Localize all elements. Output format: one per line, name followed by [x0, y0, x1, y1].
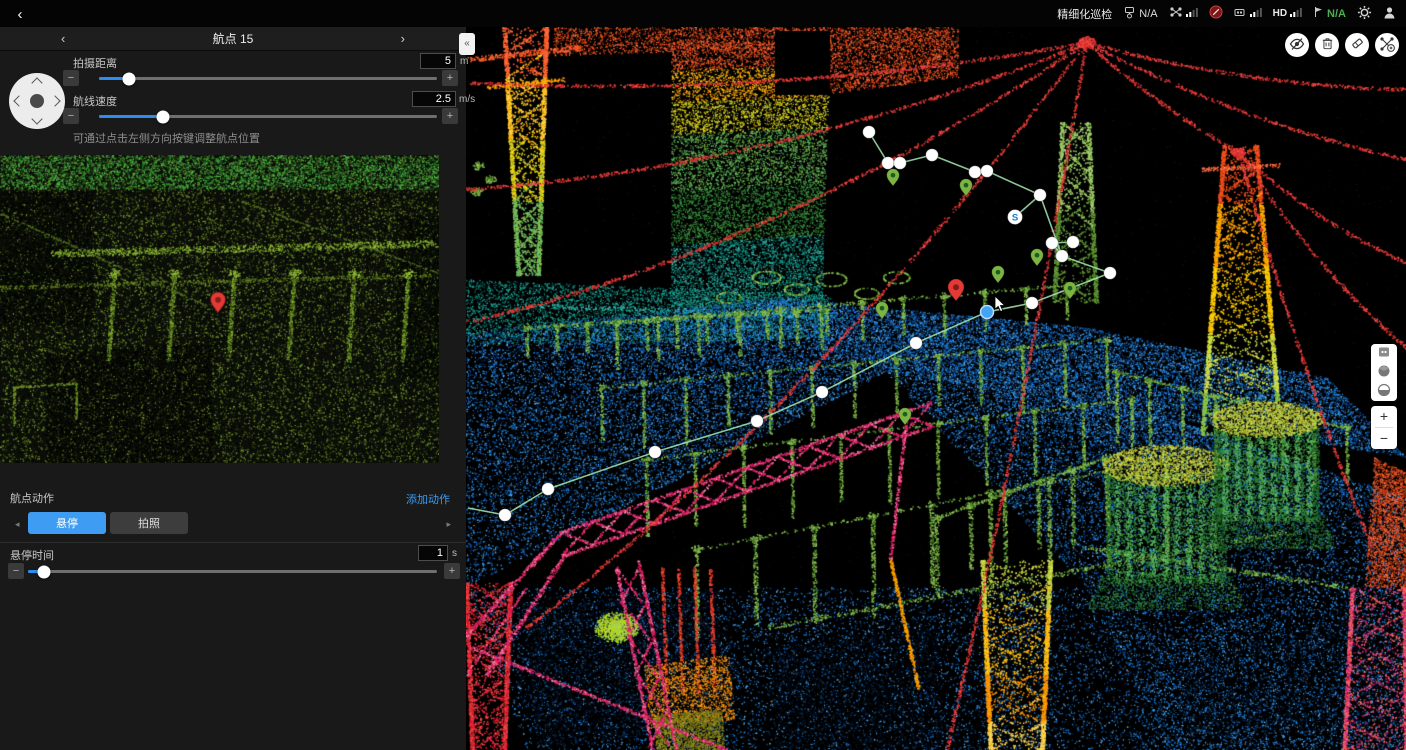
chevron-down-icon	[31, 113, 42, 124]
route-speed-label: 航线速度	[73, 93, 117, 109]
hd-signal: HD	[1273, 7, 1302, 21]
shoot-distance-unit: m	[460, 56, 468, 67]
waypoint-actions-label: 航点动作	[10, 490, 54, 506]
account-button[interactable]	[1383, 6, 1396, 22]
top-bar: ‹ 精细化巡检 N/A HD N	[0, 0, 1406, 27]
chevron-up-icon	[31, 77, 42, 88]
slider-thumb[interactable]	[123, 72, 136, 85]
chevron-left-icon	[13, 95, 24, 106]
shoot-distance-label: 拍摄距离	[73, 55, 117, 71]
zoom-in-button[interactable]: +	[1371, 406, 1397, 427]
trash-icon	[1320, 36, 1335, 54]
eraser-icon	[1350, 36, 1365, 54]
waypoint-header: ‹ 航点 15 ›	[0, 27, 466, 51]
waypoint-dpad[interactable]	[9, 73, 65, 129]
add-waypoint-button[interactable]	[1375, 33, 1399, 57]
shoot-distance-decrease-button[interactable]: −	[63, 70, 79, 86]
zoom-toolbar: + −	[1371, 406, 1397, 449]
action-hover-button[interactable]: 悬停	[28, 512, 106, 534]
shoot-distance-slider[interactable]	[99, 77, 437, 80]
gimbal-status: N/A	[1123, 6, 1157, 22]
app-window: ‹ 精细化巡检 N/A HD N	[0, 0, 1406, 750]
actions-scroll-right-button[interactable]: ▸	[440, 518, 457, 531]
route-speed-decrease-button[interactable]: −	[63, 108, 79, 124]
prev-waypoint-button[interactable]: ‹	[55, 30, 71, 47]
drone-signal	[1169, 6, 1198, 21]
controller-signal	[1234, 7, 1262, 21]
drone-add-icon	[1379, 36, 1395, 55]
actions-scroll-left-button[interactable]: ◂	[9, 518, 26, 531]
waypoint-title: 航点 15	[213, 30, 254, 47]
screen-view-button[interactable]	[1371, 344, 1397, 363]
slider-thumb[interactable]	[38, 565, 51, 578]
gimbal-icon	[1123, 6, 1136, 22]
globe-view-button[interactable]	[1371, 382, 1397, 401]
dpad-right-button[interactable]	[48, 94, 62, 108]
dpad-hint-text: 可通过点击左侧方向按键调整航点位置	[73, 130, 260, 146]
waypoint-panel: ‹ 航点 15 › 拍摄距离 m − + 航线速度 m/s − + 可通过点击左…	[0, 27, 466, 750]
drone-icon	[1169, 6, 1183, 21]
collapse-panel-button[interactable]: «	[459, 33, 475, 55]
hover-time-unit: s	[452, 548, 457, 559]
gimbal-status-value: N/A	[1139, 8, 1157, 20]
add-action-link[interactable]: 添加动作	[400, 490, 456, 508]
route-speed-slider[interactable]	[99, 115, 437, 118]
view-mode-toolbar	[1371, 344, 1397, 401]
cube-view-button[interactable]	[1371, 363, 1397, 382]
next-waypoint-button[interactable]: ›	[395, 30, 411, 47]
route-speed-unit: m/s	[459, 94, 475, 105]
alert-status-icon	[1209, 5, 1223, 22]
pointcloud-canvas[interactable]	[466, 27, 1406, 750]
action-photo-button[interactable]: 拍照	[110, 512, 188, 534]
pointcloud-viewport[interactable]: S	[466, 27, 1406, 750]
shoot-distance-input[interactable]	[420, 53, 456, 69]
rtk-status-value: N/A	[1327, 8, 1346, 20]
signal-bars-icon	[1186, 7, 1198, 21]
screen-icon	[1377, 345, 1391, 362]
dpad-left-button[interactable]	[12, 94, 26, 108]
cube-3d-icon	[1377, 364, 1391, 381]
dpad-center-dot	[30, 94, 44, 108]
rtk-status: N/A	[1313, 6, 1346, 21]
route-speed-increase-button[interactable]: +	[442, 108, 458, 124]
slider-thumb[interactable]	[157, 110, 170, 123]
waypoint-preview-image	[0, 155, 439, 463]
hover-time-slider[interactable]	[28, 570, 437, 573]
globe-icon	[1377, 383, 1391, 400]
hover-time-increase-button[interactable]: +	[444, 563, 460, 579]
hover-time-decrease-button[interactable]: −	[8, 563, 24, 579]
hover-time-input[interactable]	[418, 545, 448, 561]
chevron-right-icon	[49, 95, 60, 106]
mode-title: 精细化巡检	[1057, 6, 1112, 22]
erase-route-button[interactable]	[1345, 33, 1369, 57]
dpad-down-button[interactable]	[30, 112, 44, 126]
eye-off-icon	[1289, 36, 1305, 55]
dpad-up-button[interactable]	[30, 76, 44, 90]
settings-button[interactable]	[1357, 5, 1372, 23]
delete-waypoint-button[interactable]	[1315, 33, 1339, 57]
zoom-out-button[interactable]: −	[1371, 428, 1397, 449]
section-divider	[0, 542, 466, 543]
shoot-distance-increase-button[interactable]: +	[442, 70, 458, 86]
signal-bars-icon	[1250, 7, 1262, 21]
remote-controller-icon	[1234, 7, 1247, 21]
flag-icon	[1313, 6, 1324, 21]
signal-bars-icon	[1290, 7, 1302, 21]
back-button[interactable]: ‹	[0, 0, 40, 27]
route-speed-input[interactable]	[412, 91, 456, 107]
hide-waypoints-button[interactable]	[1285, 33, 1309, 57]
hover-time-label: 悬停时间	[10, 547, 54, 563]
hd-label: HD	[1273, 8, 1287, 19]
